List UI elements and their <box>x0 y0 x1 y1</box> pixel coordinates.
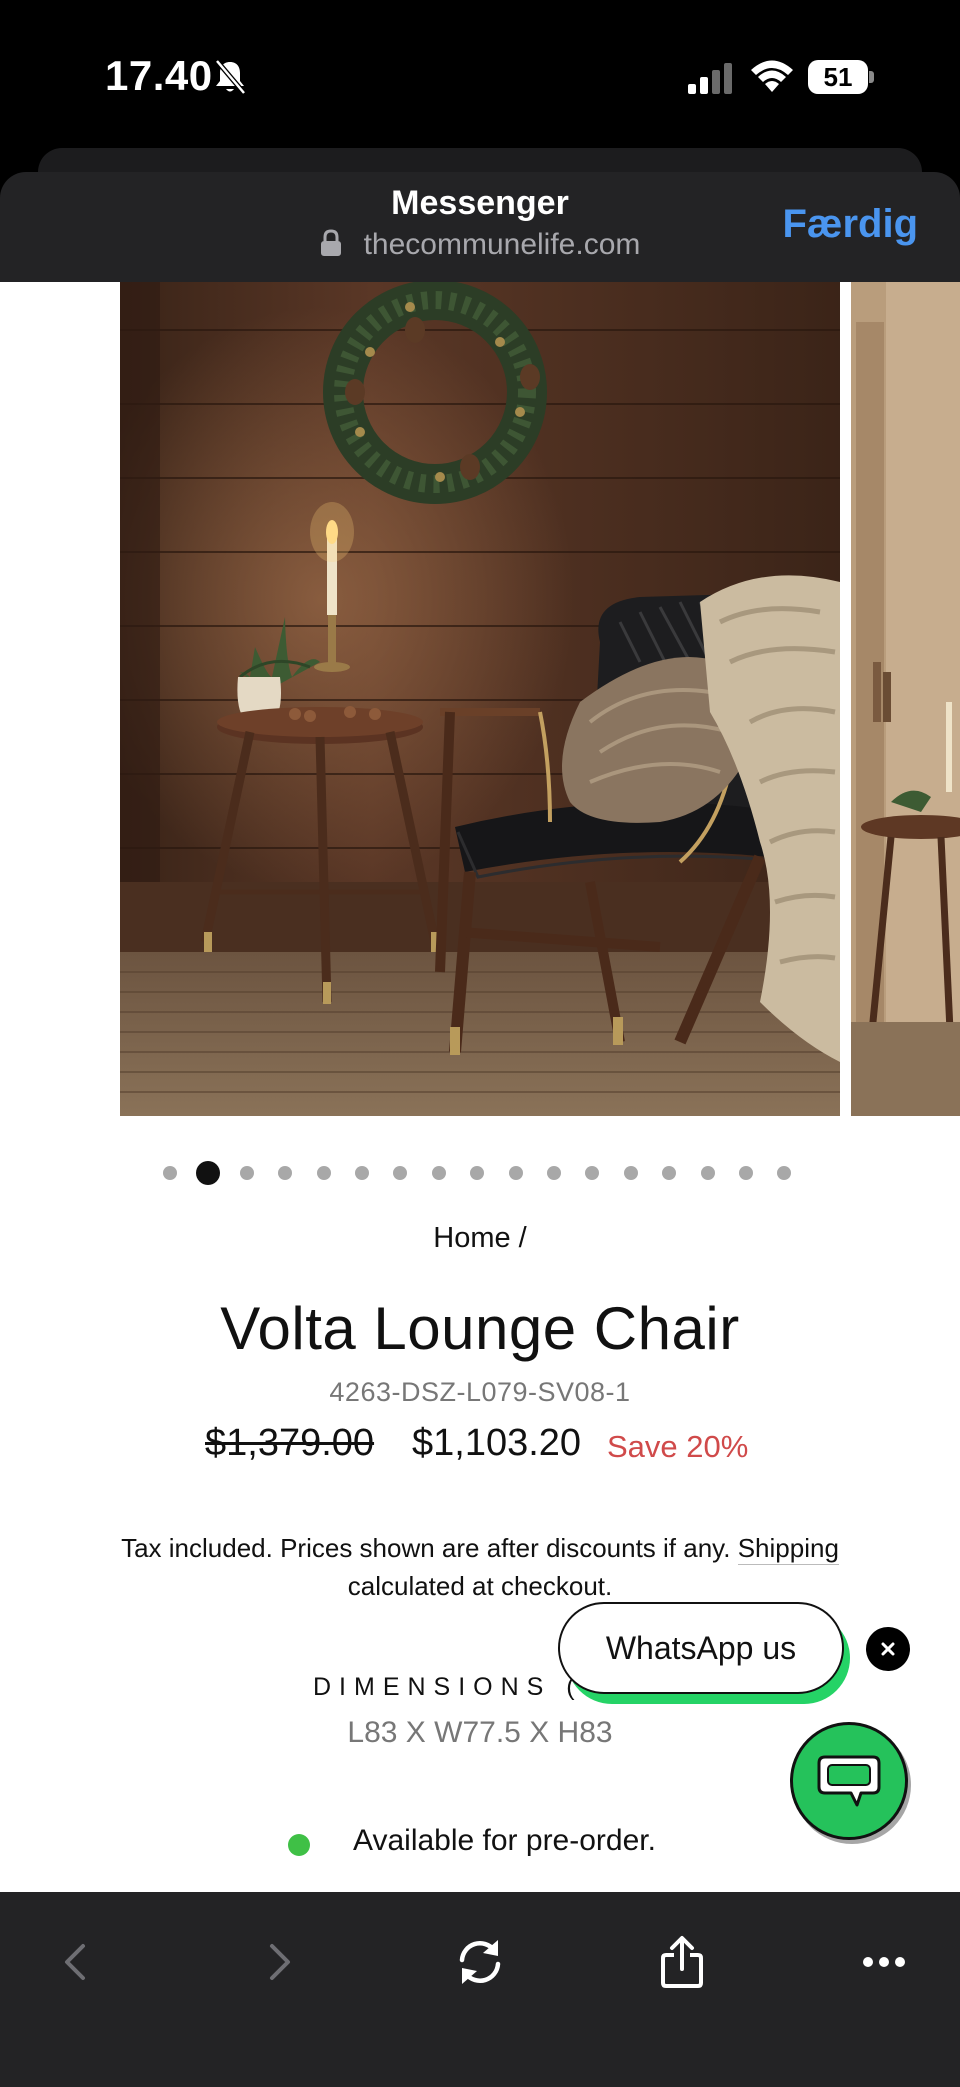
gallery-pagination[interactable] <box>0 1158 960 1188</box>
gallery-dot[interactable] <box>662 1166 677 1180</box>
gallery-dot[interactable] <box>163 1166 177 1180</box>
battery-level: 51 <box>808 60 868 94</box>
forward-button[interactable] <box>250 1932 310 1992</box>
back-icon <box>65 1944 85 1980</box>
product-page: Home / Volta Lounge Chair 4263-DSZ-L079-… <box>0 282 960 1892</box>
gallery-dot[interactable] <box>739 1166 753 1180</box>
product-sku: 4263-DSZ-L079-SV08-1 <box>329 1377 631 1407</box>
browser-toolbar <box>0 1892 960 2087</box>
gallery-dot[interactable] <box>777 1166 792 1180</box>
reload-button[interactable] <box>450 1932 510 1992</box>
gallery-dot[interactable] <box>393 1166 408 1180</box>
share-button[interactable] <box>652 1932 712 1992</box>
gallery-dot[interactable] <box>431 1166 446 1180</box>
gallery-dot[interactable] <box>623 1166 638 1180</box>
forward-icon <box>270 1944 290 1980</box>
dimensions-label: DIMENSIONS ( <box>313 1673 583 1701</box>
bell-slash-icon <box>215 59 246 95</box>
whatsapp-chat-button[interactable] <box>790 1722 908 1840</box>
tax-text: Tax included. Prices shown are after dis… <box>121 1533 731 1563</box>
price-original: $1,379.00 <box>205 1422 375 1464</box>
whatsapp-close-button[interactable] <box>866 1627 910 1671</box>
lock-icon <box>320 229 341 256</box>
back-button[interactable] <box>45 1932 105 1992</box>
whatsapp-button[interactable]: WhatsApp us <box>558 1602 844 1694</box>
availability-indicator <box>288 1834 310 1856</box>
gallery-dot[interactable] <box>355 1166 369 1180</box>
gallery-dot[interactable] <box>470 1166 485 1180</box>
gallery-dot[interactable] <box>239 1166 254 1180</box>
close-icon <box>881 1642 895 1656</box>
url-text: thecommunelife.com <box>363 228 641 261</box>
availability-text: Available for pre-order. <box>353 1824 656 1857</box>
wifi-icon <box>751 60 793 92</box>
tax-text-end: calculated at checkout. <box>347 1571 613 1601</box>
share-icon <box>661 1936 703 1988</box>
gallery-slide-next[interactable] <box>851 282 960 1116</box>
chat-bubble-icon <box>817 1755 881 1807</box>
price-sale: $1,103.20 <box>412 1422 582 1464</box>
product-gallery[interactable] <box>0 282 960 1116</box>
gallery-dot[interactable] <box>547 1166 561 1180</box>
more-button[interactable] <box>854 1932 914 1992</box>
reload-icon <box>459 1940 501 1984</box>
product-image <box>120 282 840 1116</box>
browser-header: Messenger thecommunelife.com Færdig <box>0 172 960 282</box>
breadcrumb[interactable]: Home / <box>0 1222 960 1255</box>
done-button[interactable]: Færdig <box>782 202 918 247</box>
price-block: $1,379.00 $1,103.20 Save 20% <box>0 1422 960 1482</box>
product-image-next <box>851 282 960 1116</box>
signal-icon <box>688 63 732 94</box>
status-bar: 17.40 51 <box>0 0 960 150</box>
whatsapp-label: WhatsApp us <box>605 1629 797 1666</box>
product-title: Volta Lounge Chair <box>220 1295 740 1362</box>
gallery-dot[interactable] <box>700 1166 715 1180</box>
status-time: 17.40 <box>105 52 213 99</box>
savings-badge: Save 20% <box>607 1429 749 1464</box>
shipping-link[interactable]: Shipping <box>737 1533 839 1565</box>
more-icon <box>863 1957 905 1967</box>
gallery-dot[interactable] <box>508 1166 523 1180</box>
tax-note: Tax included. Prices shown are after dis… <box>60 1529 900 1605</box>
battery-icon: 51 <box>808 60 874 94</box>
gallery-dot[interactable] <box>196 1161 221 1185</box>
gallery-dot[interactable] <box>585 1166 600 1180</box>
gallery-slide-main[interactable] <box>120 282 840 1116</box>
gallery-dot[interactable] <box>316 1166 331 1180</box>
gallery-dot[interactable] <box>278 1166 293 1180</box>
